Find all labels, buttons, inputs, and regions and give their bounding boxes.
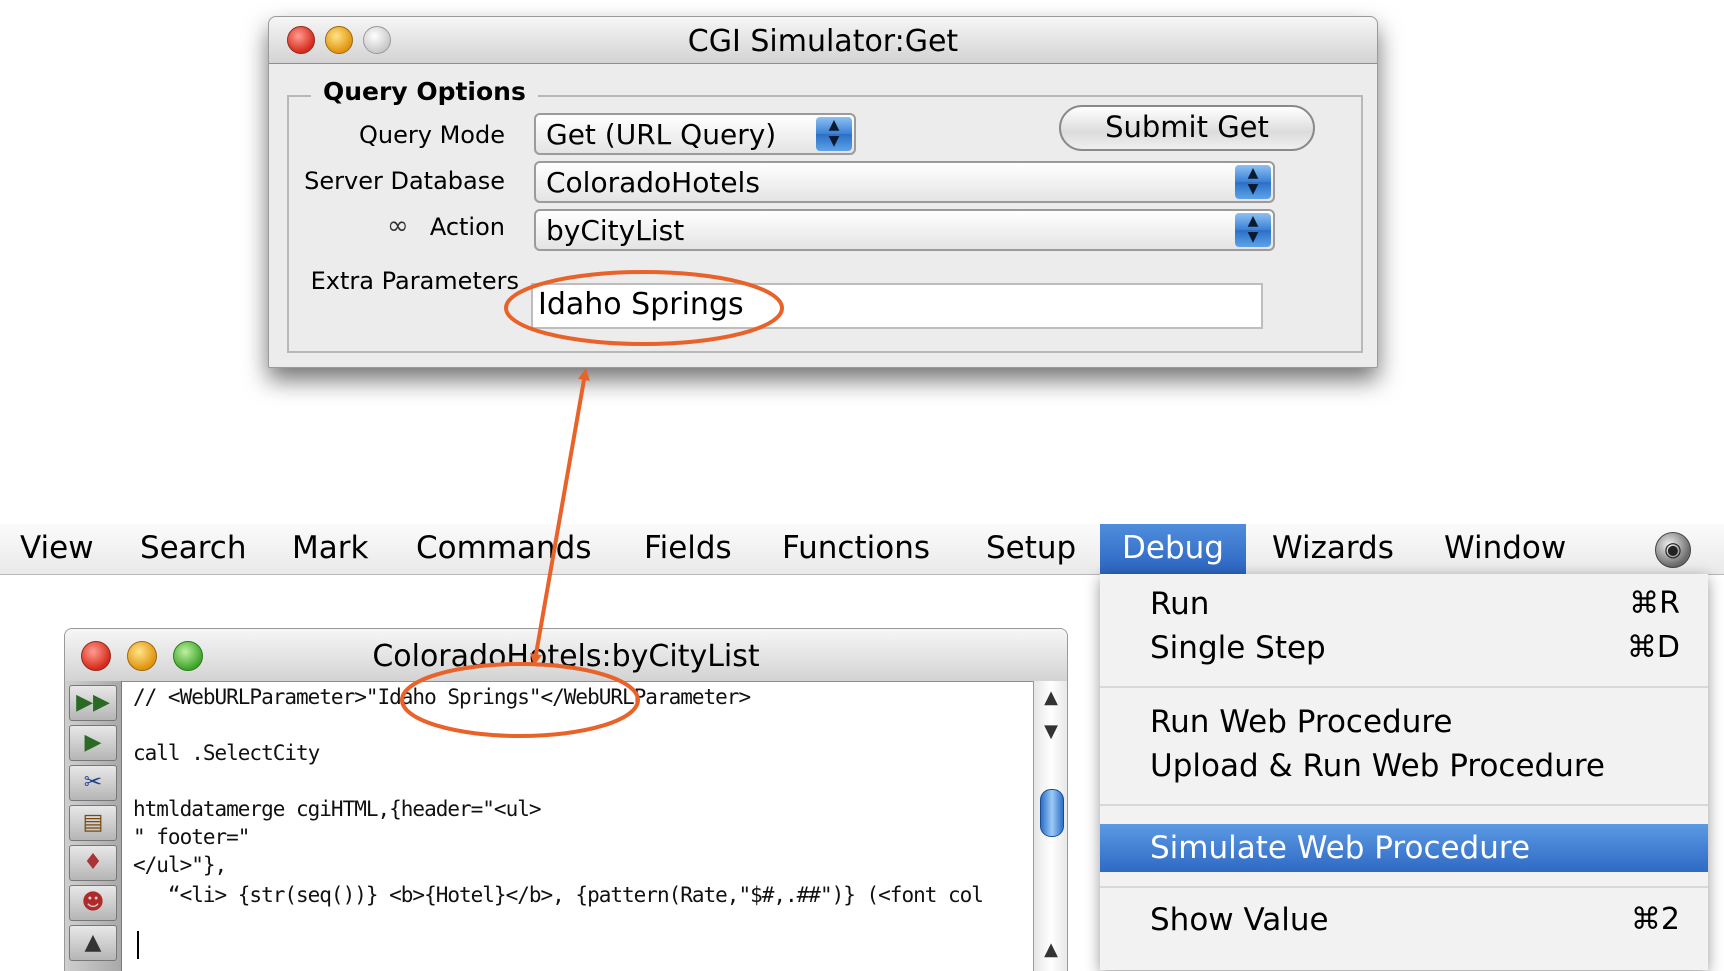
annotation-overlay <box>400 270 784 738</box>
highlight-circle-code-parameter <box>400 662 640 738</box>
highlight-circle-extra-parameters <box>504 270 784 346</box>
connector-arrow <box>530 368 590 666</box>
